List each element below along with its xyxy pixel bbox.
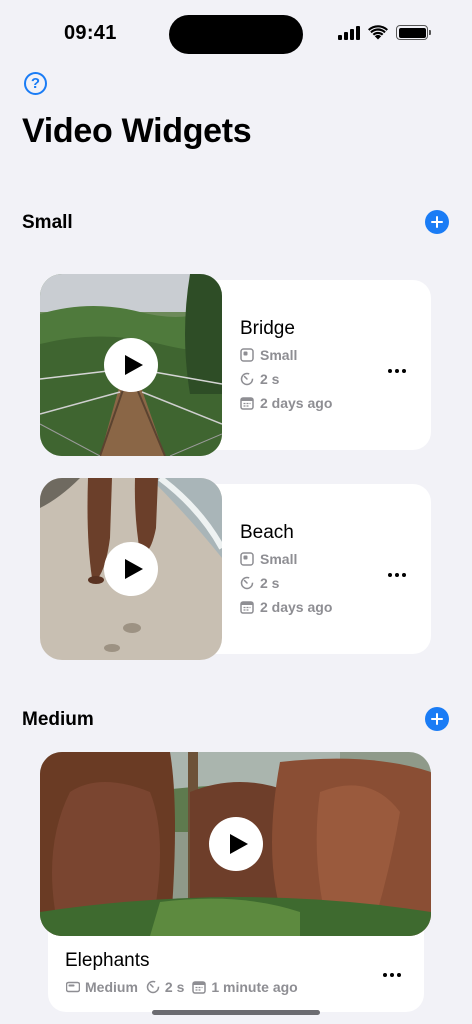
calendar-icon — [192, 981, 207, 994]
status-icons — [338, 25, 431, 40]
size-label: Small — [260, 551, 298, 567]
status-bar: 09:41 — [0, 0, 472, 64]
size-label: Small — [260, 347, 298, 363]
widget-title: Bridge — [240, 318, 295, 339]
widget-size: Medium — [66, 979, 138, 995]
calendar-icon — [240, 397, 254, 410]
date-label: 2 days ago — [260, 599, 333, 615]
video-thumbnail-bridge[interactable] — [40, 274, 222, 456]
widget-date: 2 days ago — [240, 599, 332, 615]
widget-title: Beach — [240, 522, 294, 543]
card-panel — [190, 484, 431, 654]
play-icon — [125, 559, 143, 579]
question-circle-icon: ? — [30, 75, 41, 92]
more-options-button[interactable] — [388, 366, 410, 376]
widget-duration: 2 s — [240, 371, 279, 387]
calendar-icon — [240, 601, 254, 614]
duration-label: 2 s — [260, 575, 280, 591]
page-title: Video Widgets — [22, 112, 252, 150]
widget-size-icon — [240, 552, 254, 566]
widget-size-icon — [240, 348, 254, 362]
date-label: 1 minute ago — [211, 979, 298, 995]
more-options-button[interactable] — [383, 970, 405, 980]
widget-card-bridge[interactable]: Bridge Small 2 s 2 days ago — [40, 274, 431, 456]
duration-label: 2 s — [164, 979, 185, 995]
add-small-widget-button[interactable] — [425, 210, 449, 234]
widget-card-beach[interactable]: Beach Small 2 s 2 days ago — [40, 478, 431, 660]
video-thumbnail-beach[interactable] — [40, 478, 222, 660]
date-label: 2 days ago — [260, 395, 333, 411]
widget-size-icon — [66, 981, 80, 993]
widget-date: 1 minute ago — [192, 979, 298, 995]
widget-duration: 2 s — [240, 575, 279, 591]
card-panel — [190, 280, 431, 450]
status-time: 09:41 — [64, 22, 117, 44]
widget-duration: 2 s — [146, 979, 184, 995]
widget-meta: Medium 2 s 1 minute ago — [66, 979, 298, 995]
widget-size: Small — [240, 347, 297, 363]
duration-label: 2 s — [260, 371, 280, 387]
add-medium-widget-button[interactable] — [425, 707, 449, 731]
size-label: Medium — [85, 979, 138, 995]
home-indicator[interactable] — [152, 1010, 320, 1015]
widget-date: 2 days ago — [240, 395, 332, 411]
timer-icon — [240, 372, 254, 386]
timer-icon — [146, 980, 160, 994]
play-button[interactable] — [104, 338, 158, 392]
play-button[interactable] — [104, 542, 158, 596]
plus-icon — [431, 216, 443, 228]
widget-size: Small — [240, 551, 297, 567]
play-icon — [125, 355, 143, 375]
more-options-button[interactable] — [388, 570, 410, 580]
dynamic-island — [169, 15, 303, 54]
plus-icon — [431, 713, 443, 725]
widget-card-elephants[interactable]: Elephants Medium 2 s 1 minute ago — [40, 752, 431, 1012]
timer-icon — [240, 576, 254, 590]
section-title-medium: Medium — [22, 709, 94, 730]
battery-icon — [396, 25, 431, 40]
help-button[interactable]: ? — [24, 72, 47, 95]
play-icon — [230, 834, 248, 854]
widget-title: Elephants — [65, 950, 150, 971]
play-button[interactable] — [209, 817, 263, 871]
cellular-signal-icon — [338, 25, 360, 40]
wifi-icon — [368, 25, 388, 40]
video-thumbnail-elephants[interactable] — [40, 752, 431, 936]
section-title-small: Small — [22, 212, 73, 233]
